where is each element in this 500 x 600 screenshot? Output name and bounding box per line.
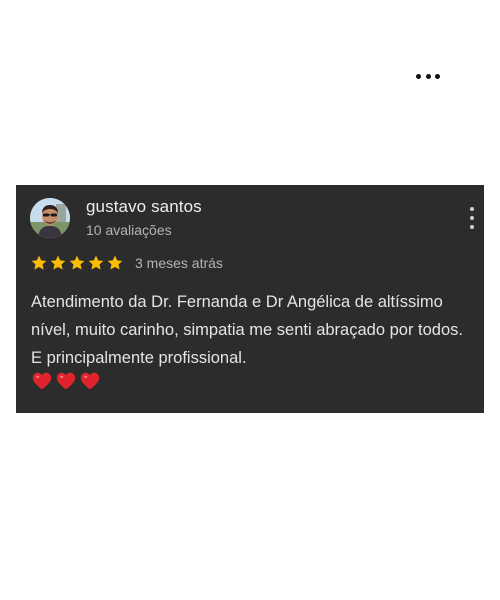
- more-options-icon[interactable]: [416, 68, 440, 84]
- review-date: 3 meses atrás: [135, 255, 223, 271]
- heart-icon: [32, 372, 52, 390]
- more-dot: [416, 73, 421, 79]
- review-text: Atendimento da Dr. Fernanda e Dr Angélic…: [31, 293, 463, 367]
- review-count: 10 avaliações: [86, 222, 172, 238]
- review-more-options-icon[interactable]: [468, 207, 476, 229]
- star-icon: [50, 255, 66, 270]
- more-dot: [470, 207, 474, 211]
- avatar[interactable]: [30, 198, 70, 238]
- review-emoji: [31, 370, 101, 392]
- rating-row: 3 meses atrás: [30, 253, 223, 273]
- star-icon: [31, 255, 47, 270]
- page: gustavo santos 10 avaliações 3 meses atr…: [0, 0, 500, 600]
- star-rating: [30, 254, 124, 272]
- heart-icon: [56, 372, 76, 390]
- more-dot: [435, 73, 440, 79]
- more-dot: [425, 73, 431, 79]
- review-card: gustavo santos 10 avaliações 3 meses atr…: [16, 185, 484, 413]
- more-dot: [470, 216, 474, 220]
- avatar-photo: [30, 198, 70, 238]
- heart-icon: [80, 372, 100, 390]
- star-icon: [88, 255, 104, 270]
- more-dot: [470, 225, 474, 229]
- star-icon: [107, 255, 123, 270]
- author-name[interactable]: gustavo santos: [86, 197, 202, 217]
- star-icon: [69, 255, 85, 270]
